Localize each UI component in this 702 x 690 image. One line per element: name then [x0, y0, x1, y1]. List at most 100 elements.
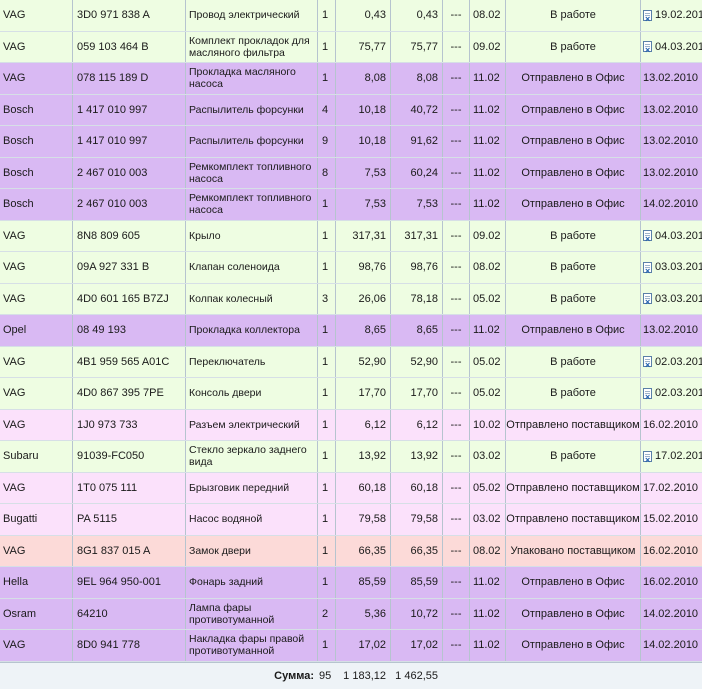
- quantity-cell: 1: [317, 472, 335, 503]
- price-cell: 7,53: [335, 189, 390, 220]
- table-row[interactable]: Hella 9EL 964 950-001 Фонарь задний 1 85,59 8…: [0, 567, 702, 599]
- document-icon[interactable]: [643, 356, 652, 370]
- part-number-cell: PA 5115: [72, 504, 185, 535]
- placeholder-cell: ---: [442, 63, 469, 94]
- table-row[interactable]: VAG 1T0 075 111 Брызговик передний 1 60,18 60…: [0, 472, 702, 504]
- total-cell: 85,59: [390, 567, 442, 598]
- status-cell: Отправлено поставщиком: [505, 409, 640, 440]
- table-row[interactable]: Osram 64210 Лампа фары противотуманной 2 5,3…: [0, 598, 702, 630]
- table-row[interactable]: Bosch 1 417 010 997 Распылитель форсунки 9 1…: [0, 126, 702, 158]
- document-icon[interactable]: [643, 293, 652, 307]
- table-row[interactable]: VAG 4D0 867 395 7PE Консоль двери 1 17,70 17,…: [0, 378, 702, 410]
- table-row[interactable]: VAG 8N8 809 605 Крыло 1 317,31 317,31 --- 09.02…: [0, 220, 702, 252]
- price-cell: 317,31: [335, 220, 390, 251]
- delivery-date-cell: 17.02.2010: [640, 472, 702, 503]
- delivery-date-cell: 04.03.2010: [640, 220, 702, 251]
- delivery-date: 04.03.2010: [655, 229, 702, 242]
- table-row[interactable]: VAG 09A 927 331 B Клапан соленоида 1 98,76 98…: [0, 252, 702, 284]
- order-date-cell: 08.02: [469, 535, 505, 566]
- table-row[interactable]: Opel 08 49 193 Прокладка коллектора 1 8,65 8,…: [0, 315, 702, 347]
- document-icon[interactable]: [643, 261, 652, 276]
- total-cell: 52,90: [390, 346, 442, 377]
- brand-cell: VAG: [3, 481, 26, 494]
- table-row[interactable]: VAG 8G1 837 015 A Замок двери 1 66,35 66,35 --…: [0, 535, 702, 567]
- part-name-cell: Прокладка масляного насоса: [185, 63, 317, 94]
- part-number-cell: 8N8 809 605: [72, 220, 185, 251]
- document-icon[interactable]: [643, 9, 652, 24]
- brand-cell: VAG: [3, 544, 26, 557]
- price-cell: 10,18: [335, 94, 390, 125]
- document-icon[interactable]: [643, 387, 652, 402]
- part-number-cell: 64210: [72, 598, 185, 629]
- price-cell: 8,08: [335, 63, 390, 94]
- table-row[interactable]: VAG 4B1 959 565 A01C Переключатель 1 52,90 52…: [0, 346, 702, 378]
- brand-cell: VAG: [3, 261, 26, 274]
- placeholder-cell: ---: [442, 0, 469, 31]
- brand-cell: VAG: [3, 40, 26, 53]
- order-date-cell: 10.02: [469, 409, 505, 440]
- table-row[interactable]: Subaru 91039-FC050 Стекло зеркало заднего …: [0, 441, 702, 473]
- order-date-cell: 05.02: [469, 378, 505, 409]
- table-row[interactable]: VAG 4D0 601 165 B7ZJ Колпак колесный 3 26,06…: [0, 283, 702, 315]
- part-number-cell: 1 417 010 997: [72, 126, 185, 157]
- price-cell: 85,59: [335, 567, 390, 598]
- delivery-date: 16.02.2010: [643, 418, 699, 431]
- price-cell: 75,77: [335, 31, 390, 62]
- total-cell: 17,70: [390, 378, 442, 409]
- document-icon[interactable]: [643, 41, 652, 55]
- order-date-cell: 08.02: [469, 0, 505, 31]
- table-row[interactable]: VAG 059 103 464 B Комплект прокладок для м…: [0, 31, 702, 63]
- table-row[interactable]: VAG 078 115 189 D Прокладка масляного насо…: [0, 63, 702, 95]
- part-number-cell: 4B1 959 565 A01C: [72, 346, 185, 377]
- delivery-date-cell: 16.02.2010: [640, 535, 702, 566]
- part-name-cell: Консоль двери: [185, 378, 317, 409]
- price-cell: 5,36: [335, 598, 390, 629]
- placeholder-cell: ---: [442, 567, 469, 598]
- quantity-cell: 9: [317, 126, 335, 157]
- quantity-cell: 2: [317, 598, 335, 629]
- price-cell: 52,90: [335, 346, 390, 377]
- status-cell: Отправлено в Офис: [505, 157, 640, 188]
- brand-cell: Bosch: [3, 103, 34, 116]
- brand-cell: Bosch: [3, 135, 34, 148]
- delivery-date-cell: 04.03.2010: [640, 31, 702, 62]
- total-cell: 98,76: [390, 252, 442, 283]
- part-number-cell: 08 49 193: [72, 315, 185, 346]
- delivery-date-cell: 03.03.2010: [640, 283, 702, 314]
- document-icon[interactable]: [643, 450, 652, 465]
- status-cell: Отправлено в Офис: [505, 94, 640, 125]
- part-name-cell: Ремкомплект топливного насоса: [185, 157, 317, 188]
- delivery-date-cell: 02.03.2010: [640, 378, 702, 409]
- table-row[interactable]: Bosch 2 467 010 003 Ремкомплект топливного…: [0, 189, 702, 221]
- document-icon[interactable]: [643, 230, 652, 244]
- placeholder-cell: ---: [442, 31, 469, 62]
- table-row[interactable]: VAG 8D0 941 778 Накладка фары правой проти…: [0, 630, 702, 662]
- table-row[interactable]: VAG 3D0 971 838 A Провод электрический 1 0,4…: [0, 0, 702, 32]
- total-cell: 6,12: [390, 409, 442, 440]
- order-date-cell: 11.02: [469, 598, 505, 629]
- placeholder-cell: ---: [442, 441, 469, 472]
- order-date-cell: 09.02: [469, 31, 505, 62]
- sum-price: 1 183,12: [343, 669, 386, 682]
- placeholder-cell: ---: [442, 315, 469, 346]
- table-row[interactable]: Bugatti PA 5115 Насос водяной 1 79,58 79,58 --…: [0, 504, 702, 536]
- brand-cell: VAG: [3, 387, 26, 400]
- table-row[interactable]: Bosch 2 467 010 003 Ремкомплект топливного…: [0, 157, 702, 189]
- placeholder-cell: ---: [442, 94, 469, 125]
- brand-cell: VAG: [3, 72, 26, 85]
- table-row[interactable]: Bosch 1 417 010 997 Распылитель форсунки 4 1…: [0, 94, 702, 126]
- table-row[interactable]: VAG 1J0 973 733 Разъем электрический 1 6,12 6…: [0, 409, 702, 441]
- price-cell: 6,12: [335, 409, 390, 440]
- status-cell: Отправлено в Офис: [505, 63, 640, 94]
- status-cell: Отправлено поставщиком: [505, 472, 640, 503]
- price-cell: 26,06: [335, 283, 390, 314]
- total-cell: 91,62: [390, 126, 442, 157]
- brand-cell: VAG: [3, 9, 26, 22]
- quantity-cell: 8: [317, 157, 335, 188]
- order-date-cell: 11.02: [469, 63, 505, 94]
- placeholder-cell: ---: [442, 630, 469, 661]
- price-cell: 8,65: [335, 315, 390, 346]
- delivery-date-cell: 17.02.2010: [640, 441, 702, 472]
- price-cell: 17,02: [335, 630, 390, 661]
- price-cell: 0,43: [335, 0, 390, 31]
